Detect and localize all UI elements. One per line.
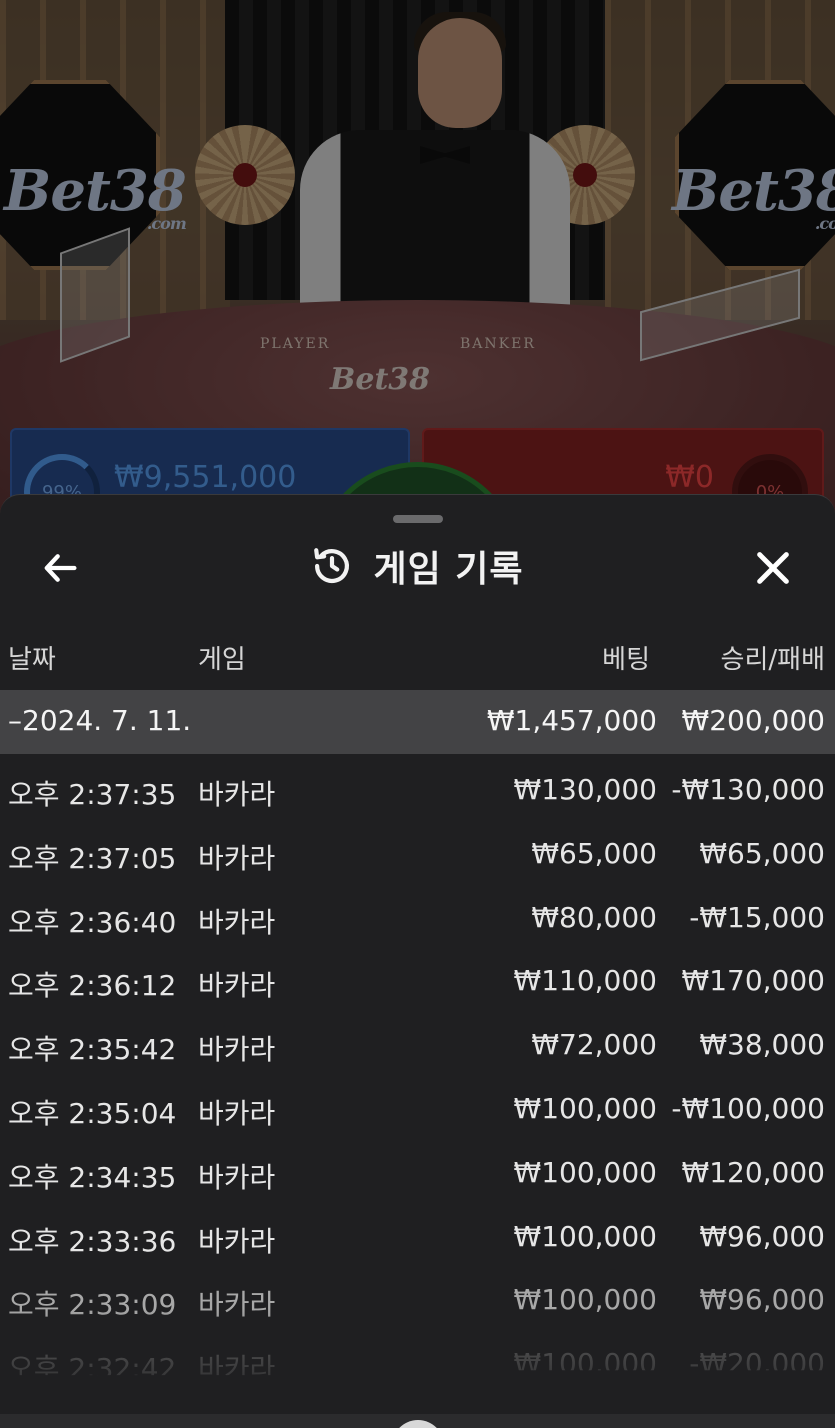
date-group-bet-total: ₩1,457,000 — [486, 704, 657, 737]
history-row[interactable]: 오후 2:36:40 바카라 ₩80,000 -₩15,000 — [0, 885, 835, 949]
row-win-loss: -₩130,000 — [671, 773, 825, 806]
sheet-title: 게임 기록 — [373, 549, 524, 590]
column-header-win-loss: 승리/패배 — [720, 645, 825, 675]
row-bet: ₩130,000 — [513, 773, 657, 806]
row-win-loss: -₩20,000 — [689, 1347, 825, 1381]
row-game: 바카라 — [198, 841, 276, 875]
row-game: 바카라 — [198, 1224, 276, 1258]
row-time: 오후 2:33:09 — [8, 1288, 177, 1322]
row-bet: ₩65,000 — [531, 836, 657, 870]
row-time: 오후 2:35:04 — [8, 1096, 177, 1130]
row-game: 바카라 — [198, 1352, 276, 1386]
date-group-win-loss-total: ₩200,000 — [681, 704, 825, 737]
sheet-drag-handle[interactable] — [393, 515, 443, 523]
bottom-bar-nub[interactable] — [392, 1420, 444, 1428]
row-game: 바카라 — [198, 1160, 276, 1194]
history-row[interactable]: 오후 2:35:42 바카라 ₩72,000 ₩38,000 — [0, 1012, 835, 1076]
sheet-title-group: 게임 기록 — [0, 531, 835, 601]
bottom-bar — [0, 1414, 835, 1428]
history-row[interactable]: 오후 2:34:35 바카라 ₩100,000 ₩120,000 — [0, 1140, 835, 1204]
row-bet: ₩100,000 — [513, 1155, 657, 1189]
row-win-loss: ₩65,000 — [699, 836, 825, 870]
row-bet: ₩100,000 — [513, 1091, 657, 1125]
row-time: 오후 2:33:36 — [8, 1224, 177, 1258]
row-game: 바카라 — [198, 969, 276, 1003]
row-win-loss: ₩170,000 — [681, 964, 825, 998]
row-game: 바카라 — [198, 778, 276, 811]
row-time: 오후 2:35:42 — [8, 1033, 177, 1067]
close-button[interactable] — [746, 541, 800, 595]
row-win-loss: ₩96,000 — [699, 1219, 825, 1253]
row-time: 오후 2:34:35 — [8, 1160, 177, 1194]
row-win-loss: ₩38,000 — [699, 1028, 825, 1062]
column-header-game: 게임 — [198, 645, 246, 675]
video-dim-overlay — [0, 0, 835, 520]
history-row[interactable]: 오후 2:36:12 바카라 ₩110,000 ₩170,000 — [0, 948, 835, 1012]
history-rows: 오후 2:37:35 바카라 ₩130,000 -₩130,000 오후 2:3… — [0, 757, 835, 1395]
history-table-header: 날짜 게임 베팅 승리/패배 — [0, 639, 835, 679]
row-time: 오후 2:32:42 — [8, 1352, 177, 1386]
date-group-label: –2024. 7. 11. — [8, 704, 192, 737]
row-bet: ₩80,000 — [531, 900, 657, 934]
row-time: 오후 2:36:40 — [8, 905, 177, 939]
history-row[interactable]: 오후 2:37:05 바카라 ₩65,000 ₩65,000 — [0, 821, 835, 885]
column-header-date: 날짜 — [8, 645, 56, 675]
back-button[interactable] — [34, 541, 88, 595]
row-time: 오후 2:37:35 — [8, 778, 177, 811]
live-video-stage: Bet38 .com Bet38 .com PLAYER BANKER Bet3… — [0, 0, 835, 520]
row-bet: ₩72,000 — [531, 1028, 657, 1062]
row-game: 바카라 — [198, 1288, 276, 1322]
close-icon — [757, 552, 789, 584]
history-row[interactable]: 오후 2:33:36 바카라 ₩100,000 ₩96,000 — [0, 1204, 835, 1268]
date-group-row[interactable]: –2024. 7. 11. ₩1,457,000 ₩200,000 — [0, 690, 835, 754]
row-bet: ₩100,000 — [513, 1219, 657, 1253]
game-history-sheet: 게임 기록 날짜 게임 베팅 승리/패배 –2024. 7. 11. ₩1,45… — [0, 494, 835, 1428]
row-win-loss: -₩100,000 — [671, 1091, 825, 1125]
history-row[interactable]: 오후 2:32:42 바카라 ₩100,000 -₩20,000 — [0, 1331, 835, 1395]
sheet-header: 게임 기록 — [0, 531, 835, 601]
row-time: 오후 2:37:05 — [8, 841, 177, 875]
history-row[interactable]: 오후 2:33:09 바카라 ₩100,000 ₩96,000 — [0, 1267, 835, 1331]
row-time: 오후 2:36:12 — [8, 969, 177, 1003]
row-bet: ₩110,000 — [513, 964, 657, 998]
row-bet: ₩100,000 — [513, 1283, 657, 1317]
arrow-left-icon — [44, 554, 77, 582]
column-header-bet: 베팅 — [602, 645, 650, 675]
row-game: 바카라 — [198, 1096, 276, 1130]
row-win-loss: ₩120,000 — [681, 1155, 825, 1189]
row-win-loss: -₩15,000 — [689, 900, 825, 934]
history-row[interactable]: 오후 2:37:35 바카라 ₩130,000 -₩130,000 — [0, 757, 835, 821]
row-win-loss: ₩96,000 — [699, 1283, 825, 1317]
history-row[interactable]: 오후 2:35:04 바카라 ₩100,000 -₩100,000 — [0, 1076, 835, 1140]
row-bet: ₩100,000 — [513, 1347, 657, 1381]
row-game: 바카라 — [198, 1033, 276, 1067]
history-icon — [314, 548, 350, 583]
row-game: 바카라 — [198, 905, 276, 939]
